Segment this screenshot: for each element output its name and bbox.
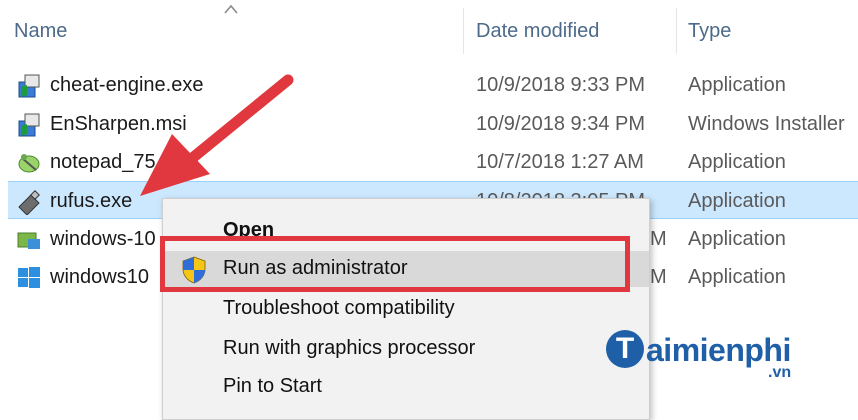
watermark-suffix: .vn — [768, 364, 792, 381]
watermark-letter: T — [606, 330, 644, 368]
